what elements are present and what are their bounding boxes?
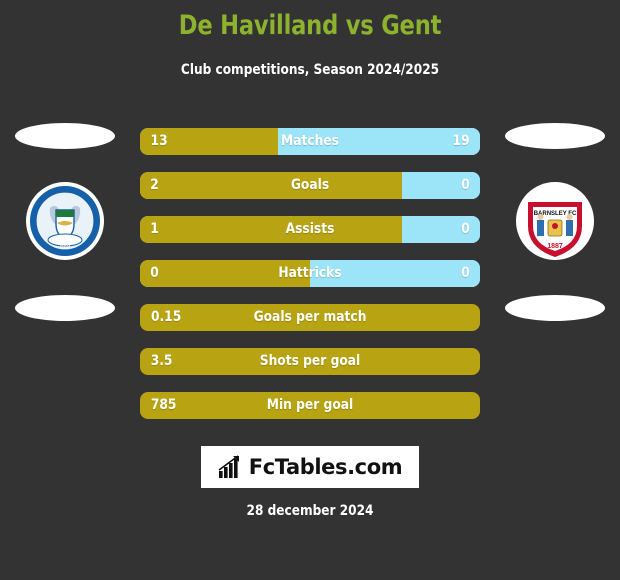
stat-row-goals-per-match[interactable]: 0.15 Goals per match — [140, 304, 480, 331]
decorative-oval-top-right — [505, 123, 605, 149]
fctables-logo[interactable]: FcTables.com — [201, 446, 419, 488]
bar-chart-icon — [218, 455, 239, 478]
page-subtitle: Club competitions, Season 2024/2025 — [180, 62, 440, 78]
stat-row-hattricks[interactable]: 0 Hattricks 0 — [140, 260, 480, 287]
stat-row-goals[interactable]: 2 Goals 0 — [140, 172, 480, 199]
stat-row-assists[interactable]: 1 Assists 0 — [140, 216, 480, 243]
decorative-oval-bottom-right — [505, 295, 605, 321]
stat-row-matches[interactable]: 13 Matches 19 — [140, 128, 480, 155]
stats-bar-list: 13 Matches 19 2 Goals 0 1 Assists 0 0 Ha… — [140, 128, 480, 436]
home-bar-fill — [140, 348, 480, 375]
report-date: 28 december 2024 — [246, 503, 374, 519]
home-bar-fill — [140, 172, 402, 199]
home-bar-fill — [140, 216, 402, 243]
away-bar-fill — [310, 260, 480, 287]
home-bar-fill — [140, 260, 310, 287]
away-team-crest-icon: BARNSLEY FC 1887 — [516, 182, 594, 260]
stats-comparison-page: De Havilland vs Gent Club competitions, … — [0, 0, 620, 580]
away-bar-fill — [401, 216, 480, 243]
decorative-oval-top-left — [15, 123, 115, 149]
stat-row-shots-per-goal[interactable]: 3.5 Shots per goal — [140, 348, 480, 375]
away-bar-fill — [401, 172, 480, 199]
home-bar-fill — [140, 128, 279, 155]
home-bar-fill — [140, 392, 480, 419]
away-bar-fill — [278, 128, 480, 155]
svg-text:1887: 1887 — [547, 243, 563, 250]
page-title: De Havilland vs Gent — [178, 10, 442, 41]
svg-text:1934: 1934 — [59, 245, 70, 251]
home-team-crest-icon: 1934 — [26, 182, 104, 260]
decorative-oval-bottom-left — [15, 295, 115, 321]
fctables-brand-text: FcTables.com — [248, 455, 403, 479]
home-bar-fill — [140, 304, 480, 331]
stat-row-min-per-goal[interactable]: 785 Min per goal — [140, 392, 480, 419]
